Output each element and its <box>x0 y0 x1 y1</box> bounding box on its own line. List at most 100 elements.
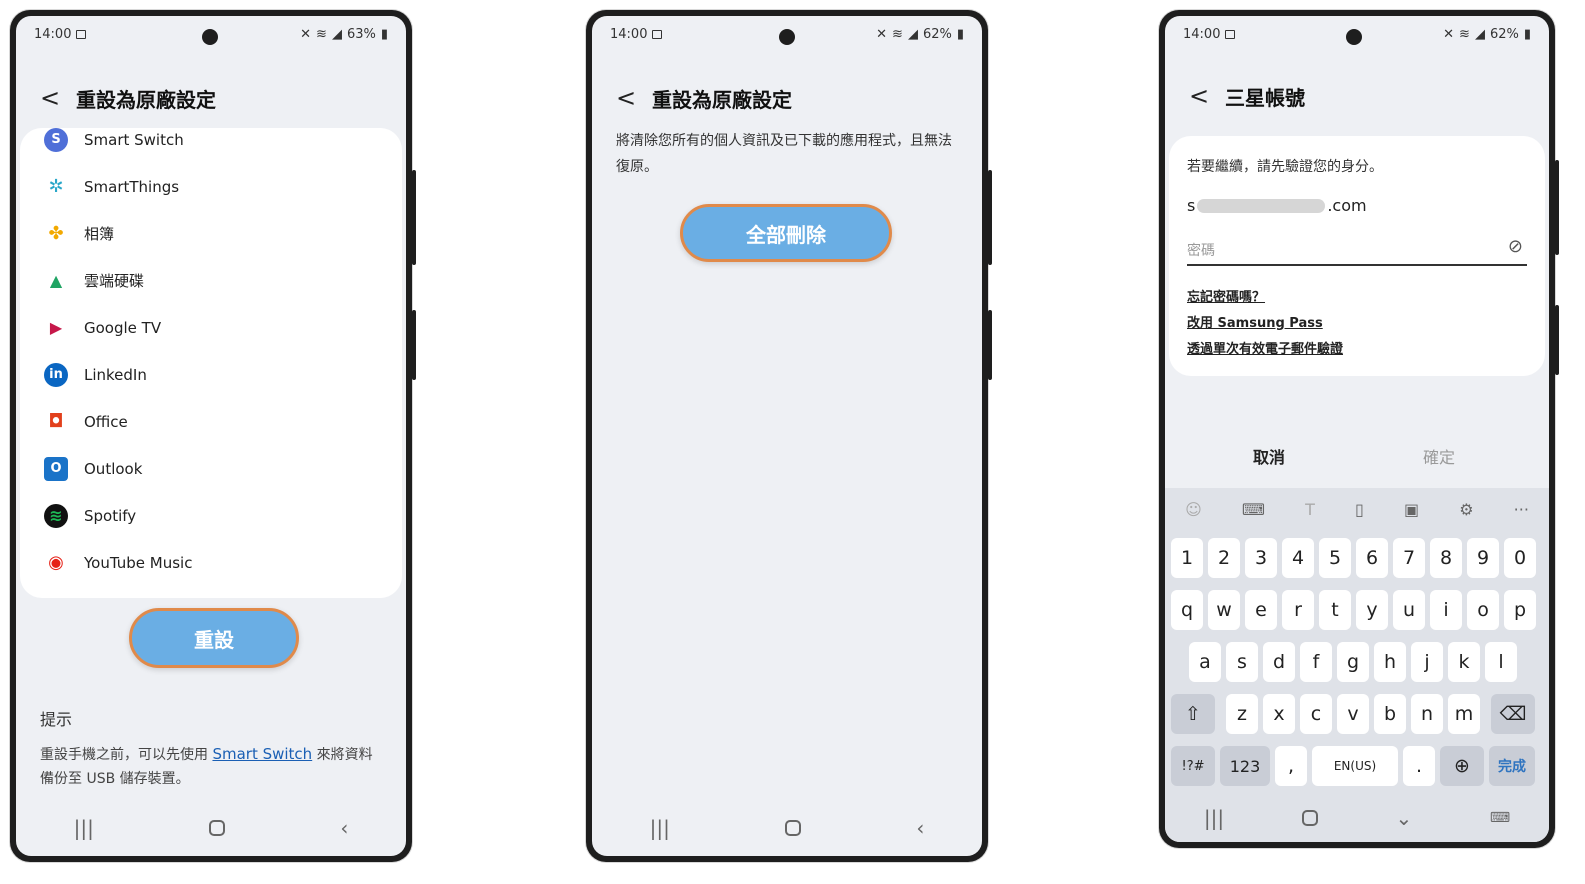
backspace-key[interactable]: ⌫ <box>1491 694 1535 734</box>
home-icon[interactable] <box>785 820 802 836</box>
recent-apps-icon[interactable]: ||| <box>1204 806 1224 830</box>
key[interactable]: k <box>1448 642 1480 682</box>
delete-all-button[interactable]: 全部刪除 <box>680 204 892 262</box>
key[interactable]: a <box>1189 642 1221 682</box>
key[interactable]: 5 <box>1319 538 1351 578</box>
key[interactable]: h <box>1374 642 1406 682</box>
list-item[interactable]: ✲ SmartThings <box>20 163 402 210</box>
keyboard-icon[interactable]: ⌨ <box>1242 500 1265 519</box>
wifi-icon: ≋ <box>892 26 903 42</box>
samsung-pass-link[interactable]: 改用 Samsung Pass <box>1187 312 1323 331</box>
key[interactable]: 4 <box>1282 538 1314 578</box>
hide-password-icon[interactable]: ⊘ <box>1508 236 1523 257</box>
comma-key[interactable]: , <box>1275 746 1307 786</box>
key[interactable]: x <box>1263 694 1295 734</box>
confirm-button[interactable]: 確定 <box>1423 444 1455 468</box>
key[interactable]: e <box>1245 590 1277 630</box>
back-button[interactable]: < <box>40 84 76 112</box>
key[interactable]: 9 <box>1467 538 1499 578</box>
key[interactable]: c <box>1300 694 1332 734</box>
app-label: Office <box>84 412 128 431</box>
back-nav-icon[interactable]: ‹ <box>916 816 924 840</box>
list-item[interactable]: ▶ Google TV <box>20 304 402 351</box>
home-icon[interactable] <box>209 820 226 836</box>
password-field[interactable]: 密碼 ⊘ <box>1187 232 1527 266</box>
list-item[interactable]: ◘ Office <box>20 398 402 445</box>
key[interactable]: 8 <box>1430 538 1462 578</box>
more-icon[interactable]: ··· <box>1514 500 1529 519</box>
list-item[interactable]: ▲ 雲端硬碟 <box>20 257 402 304</box>
key[interactable]: w <box>1208 590 1240 630</box>
key[interactable]: v <box>1337 694 1369 734</box>
list-item[interactable]: ✤ 相簿 <box>20 210 402 257</box>
numbers-key[interactable]: 123 <box>1220 746 1270 786</box>
smart-switch-link[interactable]: Smart Switch <box>212 745 312 763</box>
key[interactable]: f <box>1300 642 1332 682</box>
clipboard-icon[interactable]: ▯ <box>1355 500 1364 519</box>
key[interactable]: z <box>1226 694 1258 734</box>
back-button[interactable]: < <box>616 84 652 112</box>
side-button <box>988 310 992 380</box>
settings-gear-icon[interactable]: ⚙ <box>1459 500 1473 519</box>
key[interactable]: q <box>1171 590 1203 630</box>
key[interactable]: j <box>1411 642 1443 682</box>
back-button[interactable]: < <box>1189 82 1225 110</box>
hide-keyboard-icon[interactable]: ⌄ <box>1395 806 1412 830</box>
reset-button[interactable]: 重設 <box>129 608 299 668</box>
key[interactable]: 6 <box>1356 538 1388 578</box>
key[interactable]: 7 <box>1393 538 1425 578</box>
back-nav-icon[interactable]: ‹ <box>340 816 348 840</box>
key[interactable]: u <box>1393 590 1425 630</box>
list-item[interactable]: S Smart Switch <box>20 128 402 163</box>
translate-icon[interactable]: ▣ <box>1404 500 1419 519</box>
page-title: 重設為原廠設定 <box>652 87 792 112</box>
signal-icon: ◢ <box>1474 26 1485 42</box>
space-key[interactable]: EN(US) <box>1312 746 1398 786</box>
forgot-password-link[interactable]: 忘記密碼嗎？ <box>1187 286 1265 305</box>
home-icon[interactable] <box>1301 810 1318 826</box>
list-item[interactable]: ≋ Spotify <box>20 492 402 539</box>
key[interactable]: n <box>1411 694 1443 734</box>
key[interactable]: b <box>1374 694 1406 734</box>
done-key[interactable]: 完成 <box>1489 746 1535 786</box>
key[interactable]: 2 <box>1208 538 1240 578</box>
header: < 重設為原廠設定 <box>16 78 406 118</box>
recent-apps-icon[interactable]: ||| <box>74 816 94 840</box>
youtube-music-icon: ◉ <box>48 552 64 573</box>
key[interactable]: m <box>1448 694 1480 734</box>
header: < 重設為原廠設定 <box>592 78 982 118</box>
handwriting-icon[interactable]: T <box>1305 500 1315 519</box>
cancel-button[interactable]: 取消 <box>1253 444 1285 468</box>
tip-text: 重設手機之前，可以先使用 Smart Switch 來將資料備份至 USB 儲存… <box>40 742 386 791</box>
period-key[interactable]: . <box>1403 746 1435 786</box>
shift-key[interactable]: ⇧ <box>1171 694 1215 734</box>
list-item[interactable]: O Outlook <box>20 445 402 492</box>
globe-icon: ⊕ <box>1454 755 1470 777</box>
key[interactable]: s <box>1226 642 1258 682</box>
email-verify-link[interactable]: 透過單次有效電子郵件驗證 <box>1187 338 1343 357</box>
app-label: Google TV <box>84 318 162 337</box>
key[interactable]: y <box>1356 590 1388 630</box>
keyboard-switch-icon[interactable]: ⌨ <box>1490 810 1510 826</box>
emoji-icon[interactable]: ☺ <box>1185 500 1202 519</box>
key[interactable]: 1 <box>1171 538 1203 578</box>
symbols-key[interactable]: !?# <box>1171 746 1215 786</box>
recent-apps-icon[interactable]: ||| <box>650 816 670 840</box>
key[interactable]: p <box>1504 590 1536 630</box>
list-item[interactable]: in LinkedIn <box>20 351 402 398</box>
app-label: Spotify <box>84 506 137 525</box>
side-button <box>988 170 992 265</box>
key[interactable]: d <box>1263 642 1295 682</box>
key[interactable]: t <box>1319 590 1351 630</box>
key[interactable]: g <box>1337 642 1369 682</box>
key[interactable]: 3 <box>1245 538 1277 578</box>
key[interactable]: r <box>1282 590 1314 630</box>
list-item[interactable]: ◉ YouTube Music <box>20 539 402 586</box>
mute-icon: ✕ <box>1443 26 1455 42</box>
key[interactable]: i <box>1430 590 1462 630</box>
language-key[interactable]: ⊕ <box>1440 746 1484 786</box>
key[interactable]: l <box>1485 642 1517 682</box>
key[interactable]: o <box>1467 590 1499 630</box>
navigation-bar: ||| ⌄ ⌨ <box>1165 804 1549 832</box>
key[interactable]: 0 <box>1504 538 1536 578</box>
